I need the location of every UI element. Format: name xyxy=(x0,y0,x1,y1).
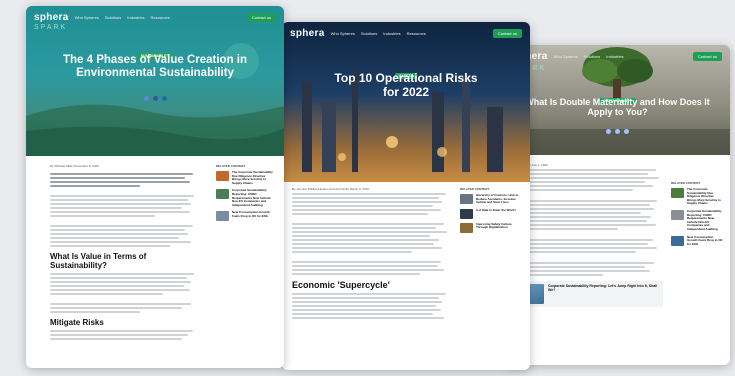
section-heading: What Is Value in Terms of Sustainability… xyxy=(50,252,147,270)
related-item[interactable]: New Consumption Growth Fuels Drop in Oil… xyxy=(671,235,723,247)
related-item[interactable]: Corporate Sustainability Reporting: CSRD… xyxy=(216,189,274,207)
share-icon[interactable] xyxy=(152,96,158,101)
nav-link[interactable]: Solutions xyxy=(105,15,121,20)
section-heading: Mitigate Risks xyxy=(50,318,104,327)
share-icons xyxy=(26,96,284,101)
share-icon[interactable] xyxy=(624,129,629,134)
related-sidebar: RELATED CONTENT The Corporate Sustainabi… xyxy=(671,181,723,250)
related-sidebar: RELATED CONTENT Hierarchy of Controls: H… xyxy=(460,187,520,237)
nav-link[interactable]: Who Spheres xyxy=(75,15,99,20)
contact-button[interactable]: Contact us xyxy=(246,12,276,22)
article-title: What Is Double Materiality and How Does … xyxy=(525,97,710,118)
article-card-value-creation[interactable]: sphera Who Spheres Solutions Industries … xyxy=(26,6,284,368)
nav-link[interactable]: Who Spheres xyxy=(554,54,578,59)
hero-banner: sphera Who Spheres Solutions Industries … xyxy=(26,6,284,156)
nav-link[interactable]: Solutions xyxy=(584,54,600,59)
related-heading: RELATED CONTENT xyxy=(460,187,490,191)
related-item[interactable]: Is it Safe to Enter the Work? xyxy=(460,208,520,219)
nav-link[interactable]: Resources xyxy=(151,15,170,20)
related-thumb xyxy=(671,188,684,198)
share-icon[interactable] xyxy=(606,129,611,134)
related-item[interactable]: Corporate Sustainability Reporting: CSRD… xyxy=(671,209,723,232)
contact-button[interactable]: Contact us xyxy=(492,28,522,38)
share-icon[interactable] xyxy=(615,129,620,134)
spark-label: SPARK xyxy=(34,24,68,31)
byline: By Jennifer Phillips-Hudson and Ana Smit… xyxy=(292,187,370,191)
related-heading: RELATED CONTENT xyxy=(216,164,246,168)
top-nav: sphera Who Spheres Solutions Industries … xyxy=(505,45,730,67)
contact-button[interactable]: Contact us xyxy=(692,51,722,61)
article-title: The 4 Phases of Value Creation in Enviro… xyxy=(62,54,248,80)
nav-link[interactable]: Industries xyxy=(606,54,623,59)
related-item[interactable]: New Consumption Growth Fuels Drop in Oil… xyxy=(216,210,274,222)
nav-link[interactable]: Who Spheres xyxy=(331,31,355,36)
related-thumb xyxy=(216,171,229,181)
nav-link[interactable]: Resources xyxy=(407,31,426,36)
share-icons xyxy=(505,129,730,134)
share-icon[interactable] xyxy=(161,96,167,101)
article-body: By Sam Allen July 1, 2023 Corporate Sust… xyxy=(513,163,663,307)
share-icon[interactable] xyxy=(143,96,149,101)
article-card-double-materiality[interactable]: sphera Who Spheres Solutions Industries … xyxy=(505,45,730,365)
promo-box[interactable]: Corporate Sustainability Reporting: Let'… xyxy=(513,281,663,307)
article-card-operational-risks[interactable]: sphera Who Spheres Solutions Industries … xyxy=(282,22,530,370)
article-title: Top 10 Operational Risks for 2022 xyxy=(334,71,478,99)
article-body: By Jennifer Phillips-Hudson and Ana Smit… xyxy=(292,187,452,321)
related-heading: RELATED CONTENT xyxy=(671,181,701,185)
hero-banner: sphera Who Spheres Solutions Industries … xyxy=(505,45,730,155)
article-body: By Michelle Miller December 8, 2023 What… xyxy=(50,164,200,342)
nav-link[interactable]: Industries xyxy=(383,31,400,36)
related-thumb xyxy=(671,235,684,246)
hero-banner: sphera Who Spheres Solutions Industries … xyxy=(282,22,530,182)
promo-title: Corporate Sustainability Reporting: Let'… xyxy=(548,284,658,293)
related-item[interactable]: The Corporate Sustainability Due Diligen… xyxy=(671,187,723,206)
brand-logo[interactable]: sphera xyxy=(34,12,69,23)
related-item[interactable]: Improving Safety Culture Through Digital… xyxy=(460,222,520,233)
related-thumb xyxy=(671,209,684,220)
brand-logo[interactable]: sphera xyxy=(290,28,325,39)
nav-link[interactable]: Solutions xyxy=(361,31,377,36)
top-nav: sphera Who Spheres Solutions Industries … xyxy=(282,22,530,44)
related-item[interactable]: Hierarchy of Controls: How to Reduce Acc… xyxy=(460,193,520,205)
section-heading: Economic 'Supercycle' xyxy=(292,280,390,290)
related-thumb xyxy=(460,194,473,204)
related-thumb xyxy=(460,222,473,233)
nav-link[interactable]: Industries xyxy=(127,15,144,20)
related-item[interactable]: The Corporate Sustainability Due Diligen… xyxy=(216,170,274,185)
related-thumb xyxy=(216,211,229,222)
related-thumb xyxy=(460,208,473,219)
related-sidebar: RELATED CONTENT The Corporate Sustainabi… xyxy=(216,164,274,225)
byline: By Sam Allen July 1, 2023 xyxy=(513,163,548,167)
related-thumb xyxy=(216,189,229,200)
refinery-hero-image xyxy=(302,72,503,172)
